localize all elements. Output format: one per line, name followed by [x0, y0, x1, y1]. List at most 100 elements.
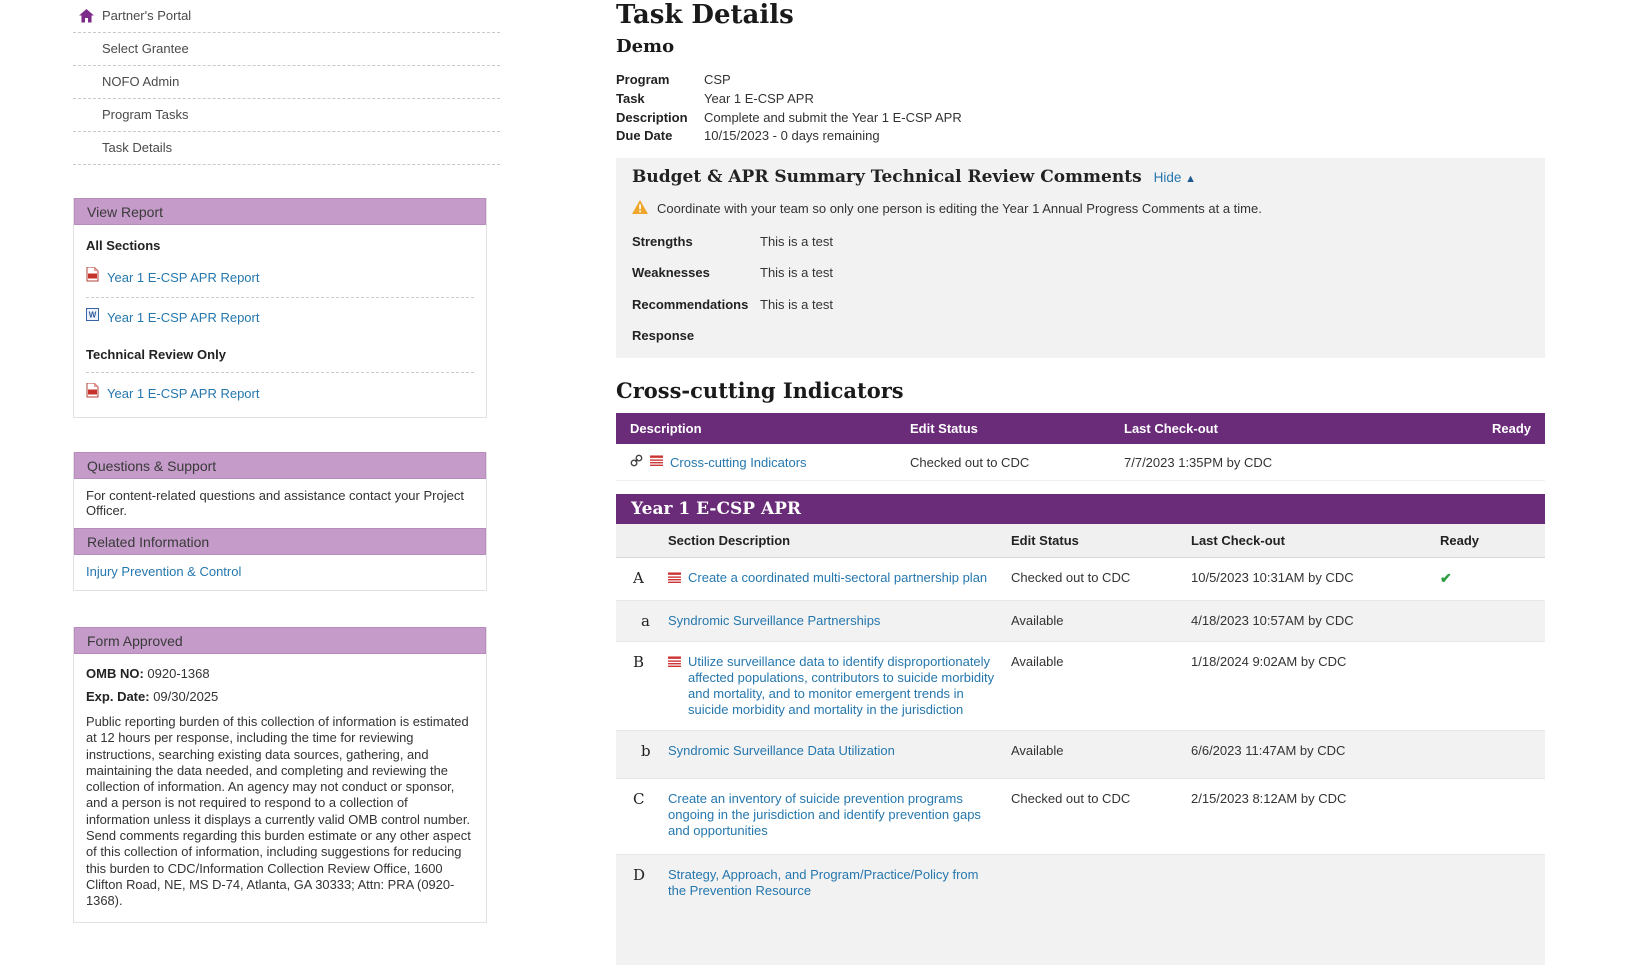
edit-status: Available: [1011, 654, 1064, 670]
review-row: Recommendations This is a test: [632, 297, 1529, 312]
table-row: D Strategy, Approach, and Program/Practi…: [616, 855, 1545, 965]
warning-text: Coordinate with your team so only one pe…: [657, 201, 1262, 217]
detail-value: 10/15/2023 - 0 days remaining: [704, 128, 880, 144]
view-report-pdf-link[interactable]: Year 1 E-CSP APR Report: [107, 270, 259, 285]
report-link-row: W Year 1 E-CSP APR Report: [86, 298, 474, 336]
detail-row: Due Date 10/15/2023 - 0 days remaining: [616, 127, 1545, 146]
svg-text:W: W: [89, 311, 97, 320]
review-comments-panel: Budget & APR Summary Technical Review Co…: [616, 158, 1545, 359]
table-row: A Create a coordinated multi-sectoral pa…: [616, 558, 1545, 602]
edit-status: Checked out to CDC: [910, 454, 1030, 470]
last-checkout: 7/7/2023 1:35PM by CDC: [1124, 454, 1273, 470]
nav-item-partners-portal[interactable]: Partner's Portal: [73, 0, 500, 33]
page-title: Task Details: [616, 0, 794, 30]
table-row: B Utilize surveillance data to identify …: [616, 642, 1545, 732]
hide-toggle-link[interactable]: Hide ▲: [1154, 170, 1196, 185]
column-header: Section Description: [668, 533, 791, 549]
table-row: C Create an inventory of suicide prevent…: [616, 779, 1545, 856]
nav-label: NOFO Admin: [102, 74, 180, 89]
link-icon: [630, 454, 643, 470]
section-link[interactable]: Create an inventory of suicide preventio…: [668, 791, 999, 839]
edit-status: [1011, 855, 1191, 879]
nav-item-nofo-admin[interactable]: NOFO Admin: [73, 66, 500, 99]
sidebar: Partner's Portal Select Grantee NOFO Adm…: [73, 0, 500, 923]
review-row-value: This is a test: [760, 296, 833, 312]
questions-support-header: Questions & Support: [74, 452, 486, 479]
review-row-value: This is a test: [760, 233, 833, 249]
table-row: Cross-cutting Indicators Checked out to …: [616, 444, 1545, 482]
questions-support-panel: Questions & Support For content-related …: [73, 452, 487, 591]
detail-row: Task Year 1 E-CSP APR: [616, 90, 1545, 109]
view-report-header: View Report: [74, 198, 486, 225]
section-letter: C: [633, 790, 645, 809]
review-row-label: Recommendations: [632, 296, 749, 312]
nav-item-program-tasks[interactable]: Program Tasks: [73, 99, 500, 132]
nav-label: Partner's Portal: [102, 8, 192, 23]
section-letter: A: [633, 569, 644, 588]
nav-label: Task Details: [102, 140, 173, 155]
form-approved-header: Form Approved: [74, 627, 486, 654]
technical-review-heading: Technical Review Only: [86, 336, 474, 373]
exp-date-row: Exp. Date: 09/30/2025: [86, 685, 474, 708]
edit-status: Available: [1011, 743, 1064, 759]
section-link[interactable]: Strategy, Approach, and Program/Practice…: [668, 867, 999, 899]
all-sections-heading: All Sections: [86, 238, 161, 253]
nav-label: Program Tasks: [102, 107, 189, 122]
view-report-word-link[interactable]: Year 1 E-CSP APR Report: [107, 310, 259, 325]
page-subtitle: Demo: [616, 36, 675, 57]
detail-row: Program CSP: [616, 71, 1545, 90]
form-approved-panel: Form Approved OMB NO: 0920-1368 Exp. Dat…: [73, 627, 487, 923]
last-checkout: 10/5/2023 10:31AM by CDC: [1191, 570, 1354, 586]
column-header: Last Check-out: [1124, 421, 1218, 437]
nav-item-task-details[interactable]: Task Details: [73, 132, 500, 165]
related-information-header: Related Information: [74, 528, 486, 555]
report-link-row: Year 1 E-CSP APR Report: [86, 257, 474, 298]
injury-prevention-link[interactable]: Injury Prevention & Control: [86, 564, 241, 579]
review-row: Weaknesses This is a test: [632, 265, 1529, 280]
nav-label: Select Grantee: [102, 41, 189, 56]
apr-table: Section Description Edit Status Last Che…: [616, 524, 1545, 965]
report-link-row: Year 1 E-CSP APR Report: [86, 373, 474, 413]
last-checkout: 6/6/2023 11:47AM by CDC: [1191, 743, 1346, 759]
section-link[interactable]: Create a coordinated multi-sectoral part…: [688, 570, 987, 586]
section-link[interactable]: Syndromic Surveillance Partnerships: [668, 613, 880, 629]
omb-number-row: OMB NO: 0920-1368: [86, 662, 474, 685]
ready-check-icon: ✔: [1440, 570, 1452, 587]
nav-item-select-grantee[interactable]: Select Grantee: [73, 33, 500, 66]
technical-review-pdf-link[interactable]: Year 1 E-CSP APR Report: [107, 386, 259, 401]
detail-label: Program: [616, 72, 670, 87]
omb-label: OMB NO:: [86, 666, 144, 681]
warning-triangle-icon: [632, 200, 648, 217]
detail-value: Complete and submit the Year 1 E-CSP APR: [704, 109, 962, 125]
column-header: Edit Status: [910, 421, 978, 437]
document-lines-icon: [668, 656, 681, 672]
section-letter: B: [633, 653, 645, 672]
review-row-label: Strengths: [632, 233, 693, 249]
section-link[interactable]: Syndromic Surveillance Data Utilization: [668, 743, 895, 759]
section-letter: a: [641, 612, 650, 631]
burden-statement-text: Public reporting burden of this collecti…: [86, 714, 471, 909]
task-details-list: Program CSP Task Year 1 E-CSP APR Descri…: [616, 71, 1545, 146]
column-header: Ready: [1491, 421, 1531, 437]
warning-row: Coordinate with your team so only one pe…: [632, 200, 1529, 217]
detail-label: Task: [616, 90, 645, 106]
detail-label: Due Date: [616, 128, 673, 144]
word-file-icon: W: [86, 308, 99, 326]
main-content: Task Details Demo Program CSP Task Year …: [616, 0, 1545, 965]
document-lines-icon: [650, 455, 663, 470]
cross-cutting-table: Description Edit Status Last Check-out R…: [616, 413, 1545, 482]
column-header: Edit Status: [1011, 533, 1079, 549]
review-comments-title: Budget & APR Summary Technical Review Co…: [632, 167, 1142, 188]
column-header: Description: [630, 421, 702, 437]
document-lines-icon: [668, 572, 681, 588]
cross-cutting-indicators-link[interactable]: Cross-cutting Indicators: [670, 455, 807, 470]
section-link[interactable]: Utilize surveillance data to identify di…: [688, 654, 999, 718]
table-row: a Syndromic Surveillance Partnerships Av…: [616, 601, 1545, 643]
column-header: Ready: [1440, 533, 1480, 549]
last-checkout: 2/15/2023 8:12AM by CDC: [1191, 791, 1347, 807]
view-report-panel: View Report All Sections Year 1 E-CSP AP…: [73, 198, 487, 418]
exp-date-label: Exp. Date:: [86, 689, 150, 704]
table-header-row: Description Edit Status Last Check-out R…: [616, 413, 1545, 445]
omb-value: 0920-1368: [147, 666, 210, 681]
edit-status: Checked out to CDC: [1011, 791, 1131, 807]
